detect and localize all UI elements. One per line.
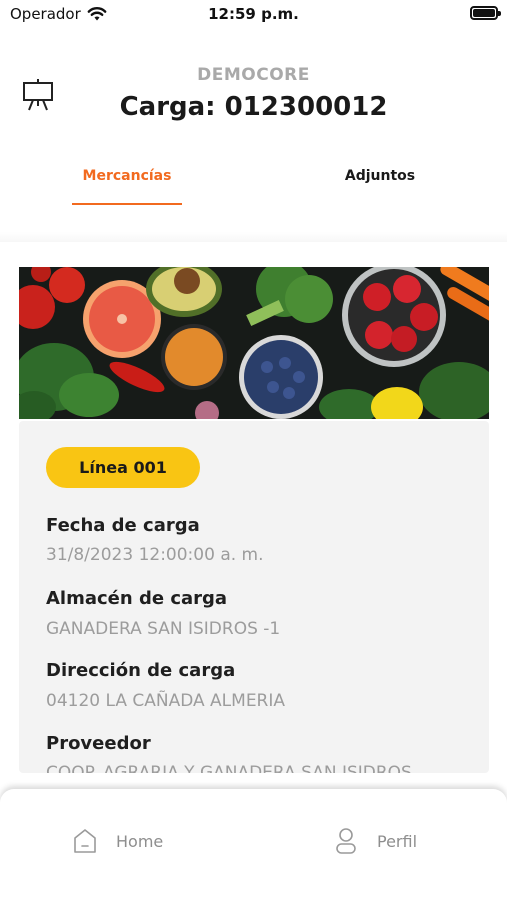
user-icon bbox=[336, 828, 356, 854]
vegetables-banner-image bbox=[19, 267, 489, 419]
active-tab-indicator bbox=[72, 203, 182, 205]
field-value-direccion: 04120 LA CAÑADA ALMERIA bbox=[46, 691, 286, 711]
section-divider bbox=[0, 232, 507, 242]
load-line-card: Línea 001 Fecha de carga 31/8/2023 12:00… bbox=[19, 421, 489, 773]
bottom-nav: Home Perfil bbox=[0, 789, 507, 900]
field-value-fecha: 31/8/2023 12:00:00 a. m. bbox=[46, 545, 264, 565]
field-label-fecha: Fecha de carga bbox=[46, 515, 200, 536]
field-label-almacen: Almacén de carga bbox=[46, 588, 228, 609]
company-name: DEMOCORE bbox=[197, 65, 310, 85]
page-title: Carga: 012300012 bbox=[119, 92, 388, 122]
home-icon bbox=[74, 829, 96, 853]
field-label-proveedor: Proveedor bbox=[46, 733, 151, 754]
nav-home[interactable]: Home bbox=[72, 827, 163, 855]
nav-perfil[interactable]: Perfil bbox=[333, 827, 417, 855]
battery-icon bbox=[470, 6, 501, 20]
tab-mercancias[interactable]: Mercancías bbox=[72, 168, 182, 184]
tab-adjuntos[interactable]: Adjuntos bbox=[325, 168, 435, 184]
field-value-almacen: GANADERA SAN ISIDROS -1 bbox=[46, 619, 281, 639]
nav-perfil-label: Perfil bbox=[377, 831, 418, 851]
line-badge[interactable]: Línea 001 bbox=[46, 447, 200, 488]
field-value-proveedor: COOP. AGRARIA Y GANADERA SAN ISIDROS bbox=[46, 763, 412, 773]
field-label-direccion: Dirección de carga bbox=[46, 660, 236, 681]
nav-home-label: Home bbox=[116, 831, 164, 851]
status-bar: Operador 12:59 p.m. bbox=[0, 0, 507, 30]
status-time: 12:59 p.m. bbox=[208, 5, 299, 23]
